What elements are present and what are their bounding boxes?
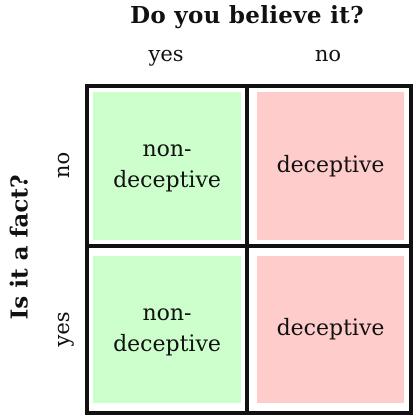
- row-axis-title: Is it a fact?: [6, 174, 34, 320]
- row-label-no: no: [50, 151, 74, 179]
- column-label-yes: yes: [148, 42, 184, 66]
- grid-frame: [85, 84, 413, 415]
- grid-vertical-divider: [245, 84, 249, 415]
- column-axis-title: Do you believe it?: [130, 2, 364, 29]
- row-label-yes: yes: [50, 311, 74, 347]
- grid-horizontal-divider: [85, 244, 413, 248]
- column-label-no: no: [314, 42, 342, 66]
